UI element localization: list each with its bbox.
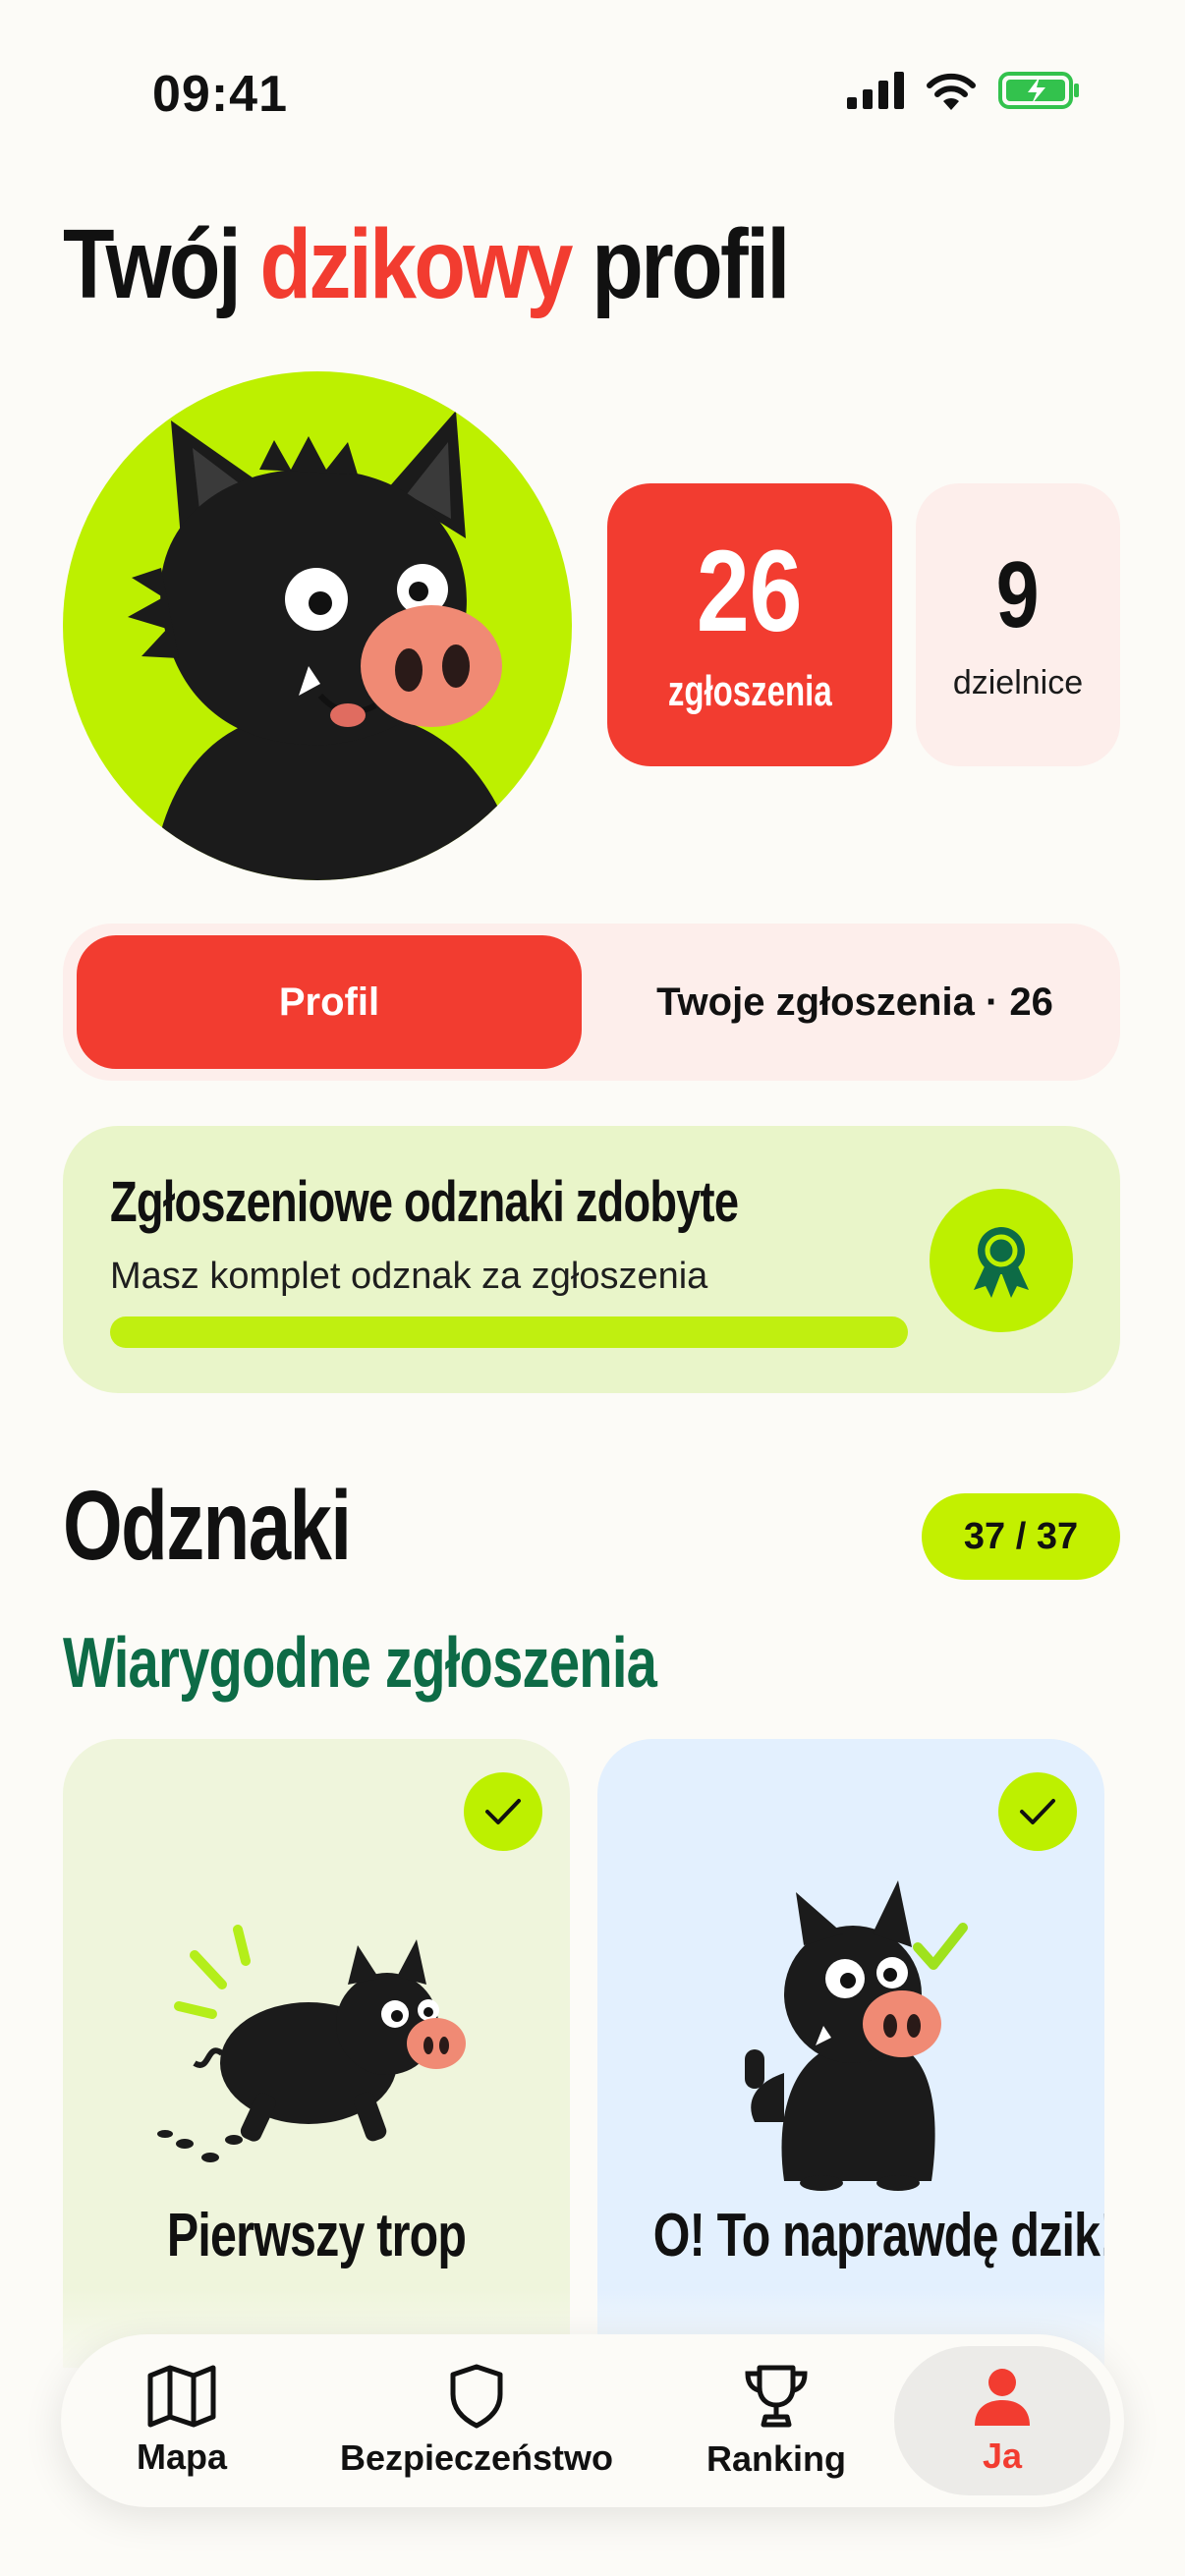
- badges-count-badge: 37 / 37: [922, 1493, 1120, 1580]
- title-prefix: Twój: [63, 209, 242, 319]
- wifi-icon: [927, 73, 976, 110]
- badge-label: Pierwszy trop: [166, 2202, 467, 2269]
- user-icon: [975, 2369, 1030, 2426]
- checkmark-icon: [998, 1772, 1077, 1851]
- reports-stat-card[interactable]: 26 zgłoszenia: [607, 483, 892, 766]
- nav-label: Bezpieczeństwo: [339, 2437, 614, 2478]
- reports-count: 26: [697, 527, 803, 656]
- category-title: Wiarygodne zgłoszenia: [63, 1624, 657, 1703]
- districts-label: dzielnice: [952, 663, 1084, 701]
- nav-label: Ranking: [705, 2438, 846, 2479]
- trophy-icon: [745, 2365, 808, 2428]
- nav-label: Mapa: [136, 2436, 228, 2477]
- districts-count: 9: [996, 541, 1040, 647]
- nav-label: Ja: [982, 2436, 1023, 2476]
- tab-twoje-zgloszenia[interactable]: Twoje zgłoszenia · 26: [590, 935, 1120, 1069]
- badges-section-title: Odznaki: [63, 1471, 352, 1581]
- signal-icon: [847, 72, 904, 109]
- tab-profil[interactable]: Profil: [77, 935, 582, 1069]
- map-icon: [147, 2365, 216, 2428]
- shield-icon: [450, 2364, 503, 2429]
- badge-label: O! To naprawdę dzik!: [652, 2202, 1104, 2269]
- banner-progress-bar: [110, 1316, 908, 1348]
- reports-label: zgłoszenia: [667, 667, 832, 715]
- banner-subtitle: Masz komplet odznak za zgłoszenia: [110, 1256, 708, 1297]
- status-icons: [847, 71, 1081, 110]
- checkmark-icon: [464, 1772, 542, 1851]
- avatar[interactable]: [63, 371, 572, 880]
- boar-avatar-icon: [128, 411, 525, 880]
- thumbs-up-boar-icon: [745, 1880, 968, 2191]
- award-ribbon-icon: [930, 1189, 1073, 1332]
- nav-mapa[interactable]: Mapa: [108, 2346, 255, 2495]
- nav-ranking[interactable]: Ranking: [688, 2346, 865, 2495]
- running-boar-icon: [157, 1925, 466, 2162]
- badge-card-to-naprawde-dzik[interactable]: O! To naprawdę dzik!: [597, 1739, 1104, 2368]
- battery-charging-icon: [998, 72, 1079, 109]
- banner-title: Zgłoszeniowe odznaki zdobyte: [110, 1170, 739, 1234]
- status-time: 09:41: [152, 66, 288, 123]
- title-accent: dzikowy: [259, 209, 573, 319]
- badge-card-pierwszy-trop[interactable]: Pierwszy trop: [63, 1739, 570, 2368]
- page-title: Twój dzikowy profil: [63, 208, 790, 321]
- nav-bezpieczenstwo[interactable]: Bezpieczeństwo: [324, 2346, 629, 2495]
- nav-ja[interactable]: Ja: [894, 2346, 1110, 2495]
- districts-stat-card[interactable]: 9 dzielnice: [916, 483, 1120, 766]
- title-suffix: profil: [592, 209, 790, 319]
